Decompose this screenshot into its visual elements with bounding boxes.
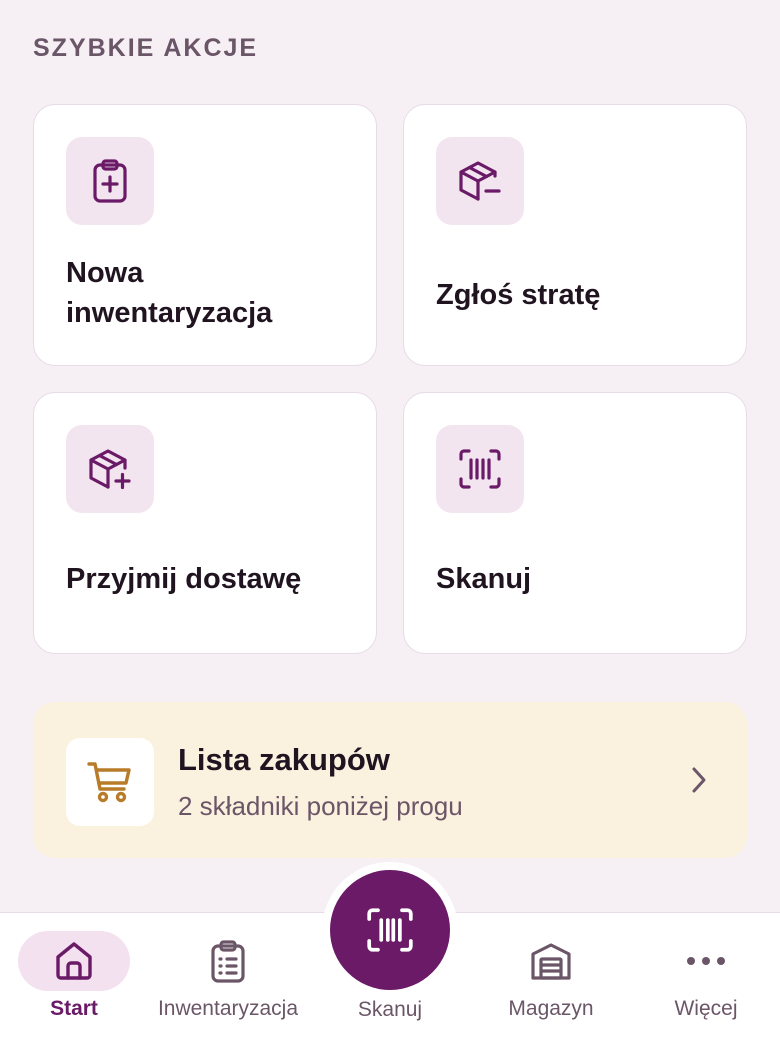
warehouse-icon xyxy=(531,943,571,980)
quick-action-label: Przyjmij dostawę xyxy=(66,563,302,595)
quick-action-receive-delivery[interactable]: Przyjmij dostawę xyxy=(33,392,377,654)
nav-item-more[interactable]: Więcej xyxy=(650,913,762,1038)
nav-item-warehouse[interactable]: Magazyn xyxy=(495,913,607,1038)
icon-tile xyxy=(66,137,154,225)
icon-tile xyxy=(66,425,154,513)
nav-icon-wrap xyxy=(495,931,607,991)
icon-tile xyxy=(436,137,524,225)
section-title: SZYBKIE AKCJE xyxy=(33,34,259,62)
quick-action-scan[interactable]: Skanuj xyxy=(403,392,747,654)
clipboard-list-icon xyxy=(211,940,245,983)
icon-tile xyxy=(66,738,154,826)
chevron-right-icon xyxy=(692,767,706,793)
quick-action-label: Skanuj xyxy=(436,563,532,595)
barcode-scan-icon xyxy=(459,449,501,489)
home-icon xyxy=(56,942,92,980)
quick-action-report-loss[interactable]: Zgłoś stratę xyxy=(403,104,747,366)
more-dots-icon xyxy=(687,957,725,965)
banner-title: Lista zakupów xyxy=(178,742,390,777)
nav-label: Więcej xyxy=(674,997,738,1020)
scan-fab-inner xyxy=(330,870,450,990)
shopping-list-banner[interactable]: Lista zakupów 2 składniki poniżej progu xyxy=(33,702,747,858)
scan-fab-button[interactable] xyxy=(322,862,458,998)
nav-item-start[interactable]: Start xyxy=(18,913,130,1038)
nav-label: Magazyn xyxy=(508,997,594,1020)
banner-subtitle: 2 składniki poniżej progu xyxy=(178,791,463,821)
box-minus-icon xyxy=(459,161,501,201)
nav-label: Start xyxy=(50,997,98,1020)
nav-icon-wrap xyxy=(650,931,762,991)
cart-icon xyxy=(87,762,131,803)
nav-item-inventory[interactable]: Inwentaryzacja xyxy=(150,913,306,1038)
nav-label-scan[interactable]: Skanuj xyxy=(330,998,450,1022)
nav-icon-wrap xyxy=(172,931,284,991)
quick-action-new-inventory[interactable]: Nowa inwentaryzacja xyxy=(33,104,377,366)
quick-action-label: Nowa inwentaryzacja xyxy=(66,257,273,329)
icon-tile xyxy=(436,425,524,513)
nav-icon-wrap xyxy=(18,931,130,991)
box-plus-icon xyxy=(89,449,131,490)
quick-action-label: Zgłoś stratę xyxy=(436,279,601,311)
barcode-scan-icon xyxy=(367,908,413,952)
clipboard-plus-icon xyxy=(93,159,127,203)
nav-label: Inwentaryzacja xyxy=(157,997,299,1020)
